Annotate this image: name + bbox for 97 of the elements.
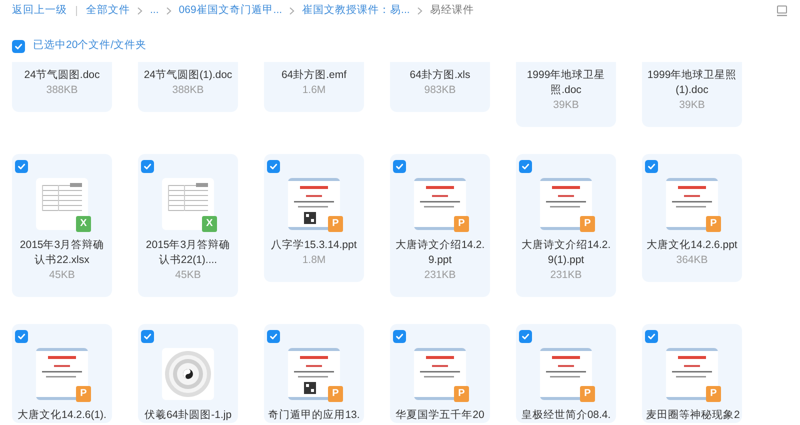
file-card[interactable]: 24节气圆图.doc 388KB (12, 62, 112, 112)
check-icon (395, 162, 404, 171)
breadcrumb-link[interactable]: 069崔国文奇门遁甲... (178, 3, 282, 19)
file-name: 皇极经世简介08.4. (520, 408, 612, 423)
file-card[interactable]: P 皇极经世简介08.4. (516, 324, 616, 423)
file-name: 大唐文化14.2.6.ppt (646, 238, 738, 253)
file-name: 2015年3月答辩确认书22.xlsx (18, 238, 106, 268)
file-size: 45KB (175, 268, 201, 283)
check-icon (521, 162, 530, 171)
selection-count: 已选中20个文件/文件夹 (33, 38, 147, 54)
monitor-icon[interactable] (776, 5, 788, 17)
file-name: 大唐诗文介绍14.2.9.ppt (394, 238, 486, 268)
chevron-icon (416, 7, 423, 15)
file-name: 64卦方图.xls (408, 68, 472, 83)
file-size: 388KB (172, 83, 204, 98)
file-type-tag: P (706, 216, 721, 232)
file-name: 1999年地球卫星照(1).doc (646, 68, 738, 98)
file-card[interactable]: P 华夏国学五千年20 (390, 324, 490, 423)
checkbox[interactable] (519, 330, 532, 343)
file-name: 大唐文化14.2.6(1). (16, 408, 108, 423)
file-name: 1999年地球卫星照.doc (526, 68, 606, 98)
breadcrumb-link[interactable]: 全部文件 (86, 3, 130, 19)
file-type-tag: X (76, 216, 91, 232)
check-icon (269, 332, 278, 341)
chevron-icon (137, 7, 143, 15)
check-icon (521, 332, 530, 341)
breadcrumb-link[interactable]: ... (150, 3, 159, 19)
file-size: 388KB (46, 83, 78, 98)
file-card[interactable]: P 大唐诗文介绍14.2.9(1).ppt 231KB (516, 154, 616, 297)
file-card[interactable]: X 2015年3月答辩确认书22.xlsx 45KB (12, 154, 112, 297)
file-size: 1.8M (302, 253, 326, 268)
check-icon (269, 162, 278, 171)
checkbox[interactable] (141, 160, 154, 173)
back-link[interactable]: 返回上一级 (12, 3, 67, 19)
check-icon (647, 162, 656, 171)
file-card[interactable]: X 2015年3月答辩确认书22(1).... 45KB (138, 154, 238, 297)
file-type-tag: X (202, 216, 217, 232)
current-folder: 易经课件 (430, 3, 474, 18)
chevron-icon (289, 7, 296, 15)
checkbox[interactable] (393, 160, 406, 173)
file-type-tag: P (454, 216, 469, 232)
file-name: 奇门遁甲的应用13. (268, 408, 360, 423)
file-card[interactable]: P 大唐诗文介绍14.2.9.ppt 231KB (390, 154, 490, 297)
check-icon (17, 332, 26, 341)
checkbox[interactable] (15, 330, 28, 343)
file-type-tag: P (328, 386, 343, 402)
file-size: 1.6M (302, 83, 326, 98)
checkbox[interactable] (15, 160, 28, 173)
check-icon (395, 332, 404, 341)
file-name: 麦田圈等神秘现象2 (646, 408, 738, 423)
file-card[interactable]: P 大唐文化14.2.6.ppt 364KB (642, 154, 742, 282)
file-size: 231KB (424, 268, 456, 283)
chevron-icon (166, 7, 172, 15)
file-name: 24节气圆图.doc (23, 68, 101, 83)
file-name: 八字学15.3.14.ppt (270, 238, 358, 253)
file-card[interactable]: 伏羲64卦圆图-1.jp (138, 324, 238, 423)
checkbox[interactable] (12, 40, 25, 52)
file-size: 39KB (553, 98, 579, 113)
check-icon (647, 332, 656, 341)
file-size: 45KB (49, 268, 75, 283)
file-card[interactable]: P 八字学15.3.14.ppt 1.8M (264, 154, 364, 282)
file-name: 华夏国学五千年20 (394, 408, 486, 423)
file-type-tag: P (76, 386, 91, 402)
file-size: 231KB (550, 268, 582, 283)
file-card[interactable]: P 麦田圈等神秘现象2 (642, 324, 742, 423)
check-icon (143, 332, 152, 341)
file-size: 983KB (424, 83, 456, 98)
file-card[interactable]: 24节气圆图(1).doc 388KB (138, 62, 238, 112)
check-icon (143, 162, 152, 171)
file-type-tag: P (328, 216, 343, 232)
file-name: 伏羲64卦圆图-1.jp (143, 408, 233, 423)
file-card[interactable]: 64卦方图.xls 983KB (390, 62, 490, 112)
check-icon (17, 162, 26, 171)
file-card[interactable]: P 大唐文化14.2.6(1). (12, 324, 112, 423)
file-size: 39KB (679, 98, 705, 113)
file-card[interactable]: 1999年地球卫星照.doc 39KB (516, 62, 616, 127)
checkbox[interactable] (645, 160, 658, 173)
file-type-tag: P (580, 386, 595, 402)
checkbox[interactable] (519, 160, 532, 173)
file-name: 24节气圆图(1).doc (142, 68, 234, 83)
file-type-tag: P (706, 386, 721, 402)
checkbox[interactable] (267, 330, 280, 343)
file-name: 64卦方图.emf (280, 68, 348, 83)
file-size: 364KB (676, 253, 708, 268)
checkbox[interactable] (267, 160, 280, 173)
file-type-tag: P (454, 386, 469, 402)
file-name: 大唐诗文介绍14.2.9(1).ppt (520, 238, 612, 268)
checkbox[interactable] (393, 330, 406, 343)
check-icon (14, 42, 23, 50)
file-type-tag: P (580, 216, 595, 232)
checkbox[interactable] (141, 330, 154, 343)
file-card[interactable]: P 奇门遁甲的应用13. (264, 324, 364, 423)
checkbox[interactable] (645, 330, 658, 343)
file-card[interactable]: 1999年地球卫星照(1).doc 39KB (642, 62, 742, 127)
breadcrumb-link[interactable]: 崔国文教授课件：易... (302, 3, 410, 19)
file-name: 2015年3月答辩确认书22(1).... (144, 238, 232, 268)
file-card[interactable]: 64卦方图.emf 1.6M (264, 62, 364, 112)
